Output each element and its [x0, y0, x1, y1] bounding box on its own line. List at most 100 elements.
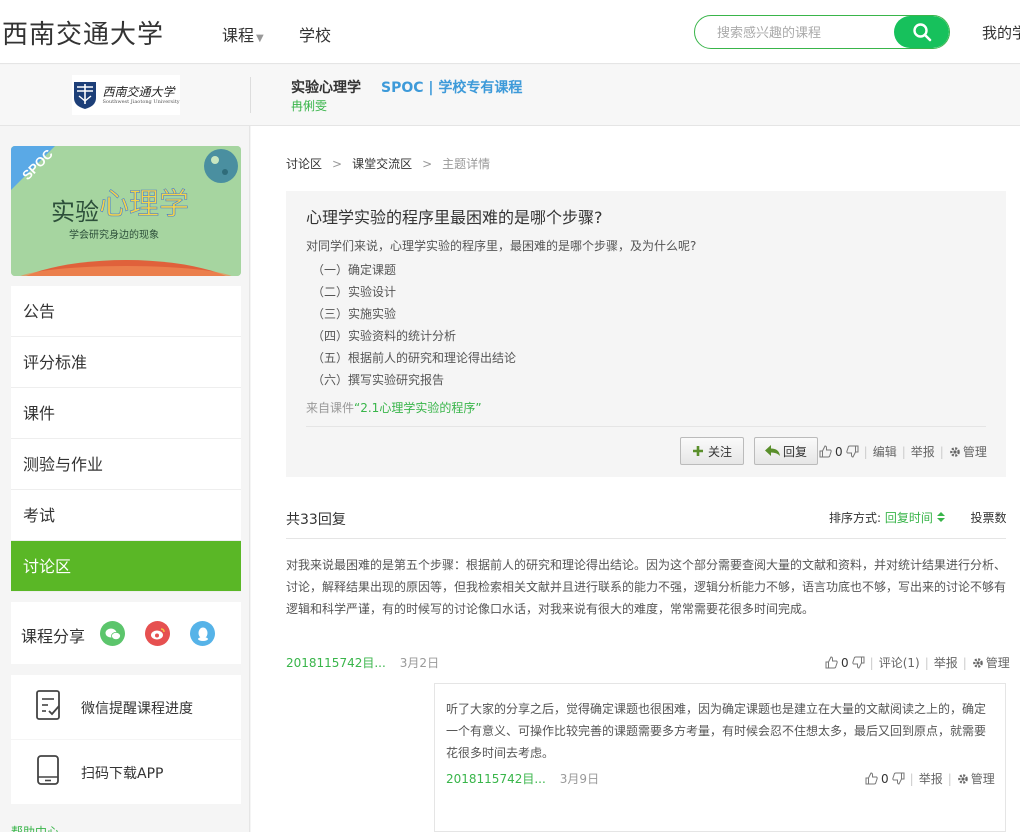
follow-button[interactable]: 关注 — [680, 437, 744, 465]
university-logo[interactable]: 西南交通大学 Southwest Jiaotong University — [72, 75, 180, 115]
edit-link[interactable]: 编辑 — [873, 443, 897, 460]
list-item: （二）实验设计 — [312, 285, 397, 299]
divider — [286, 538, 1006, 539]
report-link[interactable]: 举报 — [934, 654, 958, 671]
menu-item-exam[interactable]: 考试 — [11, 490, 241, 541]
sort-controls: 排序方式: 回复时间 投票数 — [829, 509, 1007, 526]
reply-date: 3月2日 — [399, 656, 440, 670]
manage-label: 管理 — [985, 656, 1010, 670]
course-menu: 公告 评分标准 课件 测验与作业 考试 讨论区 — [11, 286, 241, 592]
separator: | — [939, 444, 944, 459]
sort-by-reply-time-label: 回复时间 — [884, 511, 933, 525]
like-count: 0 — [835, 444, 843, 459]
search-bar — [694, 15, 950, 49]
nav-school-link[interactable]: 学校 — [299, 22, 331, 46]
gear-icon — [957, 773, 968, 784]
main-content: 讨论区 > 课堂交流区 > 主题详情 心理学实验的程序里最困难的是哪个步骤? 对同学们来… — [251, 126, 1020, 832]
search-button[interactable] — [894, 16, 949, 48]
manage-link[interactable]: 管理 — [957, 770, 995, 787]
thumb-up-icon[interactable] — [819, 445, 832, 458]
menu-item-discussion[interactable]: 讨论区 — [11, 541, 241, 592]
reply-button[interactable]: 回复 — [754, 437, 818, 465]
reply-author[interactable]: 2018115742目... — [286, 656, 386, 670]
comment-actions: 0 | 举报 | 管理 — [865, 770, 995, 787]
nav-course-menu[interactable]: 课程 ▼ — [222, 22, 264, 46]
university-emblem-icon — [74, 82, 97, 109]
menu-item-quiz[interactable]: 测验与作业 — [11, 439, 241, 490]
course-cover-art: SPOC 实验 心理学 学会研究身边的现象 — [11, 146, 241, 276]
logo-text: 西南交通大学 Southwest Jiaotong University — [102, 86, 179, 105]
topic-source: 来自课件“2.1心理学实验的程序” — [306, 399, 482, 416]
cover-title-part2: 心理学 — [99, 187, 189, 222]
menu-item-courseware[interactable]: 课件 — [11, 388, 241, 439]
comments-link[interactable]: 评论(1) — [879, 654, 920, 671]
topic-source-link[interactable]: “2.1心理学实验的程序” — [354, 401, 482, 415]
wechat-reminder-tool[interactable]: 微信提醒课程进度 — [11, 675, 241, 739]
breadcrumb-separator: > — [422, 157, 433, 171]
like-count: 0 — [881, 771, 889, 786]
share-label: 课程分享 — [21, 627, 86, 646]
course-share-box: 课程分享 — [11, 602, 241, 664]
caret-down-icon: ▼ — [256, 33, 264, 44]
teacher-link[interactable]: 冉俐雯 — [291, 97, 327, 114]
university-title[interactable]: 西南交通大学 — [2, 14, 164, 51]
course-header: 西南交通大学 Southwest Jiaotong University 实验心… — [0, 65, 1020, 126]
search-input[interactable] — [717, 23, 887, 43]
manage-link[interactable]: 管理 — [949, 443, 987, 460]
list-item: （六）撰写实验研究报告 — [312, 373, 445, 387]
course-cover-image: SPOC 实验 心理学 学会研究身边的现象 — [11, 146, 241, 276]
reply-actions: 0 | 评论(1) | 举报 | 管理 — [825, 654, 1010, 671]
breadcrumb: 讨论区 > 课堂交流区 > 主题详情 — [286, 155, 490, 172]
breadcrumb-discussion[interactable]: 讨论区 — [286, 157, 322, 171]
help-center-link[interactable]: 帮助中心 — [11, 823, 59, 832]
wechat-icon[interactable] — [100, 621, 125, 646]
separator: | — [924, 655, 929, 670]
separator: | — [869, 655, 874, 670]
gear-icon — [972, 657, 983, 668]
comment-date: 3月9日 — [559, 772, 600, 786]
search-icon — [912, 23, 931, 42]
app-download-label: 扫码下载APP — [81, 766, 164, 782]
sort-by-reply-time[interactable]: 回复时间 — [885, 511, 949, 525]
report-link[interactable]: 举报 — [911, 443, 935, 460]
manage-link[interactable]: 管理 — [972, 654, 1010, 671]
menu-item-grading[interactable]: 评分标准 — [11, 337, 241, 388]
topic-source-prefix: 来自课件 — [306, 401, 355, 415]
breadcrumb-class-exchange[interactable]: 课堂交流区 — [352, 157, 412, 171]
divider — [306, 426, 986, 427]
separator: | — [947, 771, 952, 786]
thumb-up-icon[interactable] — [825, 656, 838, 669]
list-item: （五）根据前人的研究和理论得出结论 — [312, 351, 517, 365]
comment-box: 听了大家的分享之后，觉得确定课题也很困难，因为确定课题也是建立在大量的文献阅读之… — [434, 683, 1006, 832]
topic-detail: 心理学实验的程序里最困难的是哪个步骤? 对同学们来说，心理学实验的程序里，最困难… — [286, 191, 1006, 477]
menu-item-announcement[interactable]: 公告 — [11, 286, 241, 337]
thumb-up-icon[interactable] — [865, 772, 878, 785]
thumb-down-icon[interactable] — [891, 772, 905, 785]
cover-subtitle: 学会研究身边的现象 — [69, 228, 159, 241]
logo-subtext: Southwest Jiaotong University — [102, 98, 180, 105]
sort-by-votes[interactable]: 投票数 — [971, 511, 1007, 525]
header-divider — [250, 77, 251, 113]
list-item: （三）实施实验 — [312, 307, 397, 321]
weibo-icon[interactable] — [145, 621, 170, 646]
sort-icon — [936, 512, 945, 522]
wechat-reminder-label: 微信提醒课程进度 — [81, 701, 193, 717]
reply-arrow-icon — [764, 445, 780, 456]
thumb-down-icon[interactable] — [851, 656, 865, 669]
comment-author[interactable]: 2018115742目... — [446, 772, 546, 786]
topic-intro: 对同学们来说，心理学实验的程序里，最困难的是哪个步骤，及为什么呢? — [306, 239, 697, 253]
like-count: 0 — [841, 655, 849, 670]
qq-icon[interactable] — [190, 621, 215, 646]
breadcrumb-separator: > — [332, 157, 343, 171]
report-link[interactable]: 举报 — [919, 770, 943, 787]
my-learning-link[interactable]: 我的学 — [982, 22, 1020, 43]
reply-meta: 2018115742目... 3月2日 — [286, 654, 439, 671]
thumb-down-icon[interactable] — [845, 445, 859, 458]
breadcrumb-topic-detail: 主题详情 — [442, 157, 491, 171]
comment-meta: 2018115742目... 3月9日 — [446, 770, 599, 787]
separator: | — [962, 655, 967, 670]
app-download-tool[interactable]: 扫码下载APP — [11, 740, 241, 804]
reply-content: 对我来说最困难的是第五个步骤：根据前人的研究和理论得出结论。因为这个部分需要查阅… — [286, 558, 1007, 616]
top-navbar: 西南交通大学 课程▼ 学校 我的学 — [0, 0, 1020, 64]
list-item: （一）确定课题 — [312, 263, 397, 277]
